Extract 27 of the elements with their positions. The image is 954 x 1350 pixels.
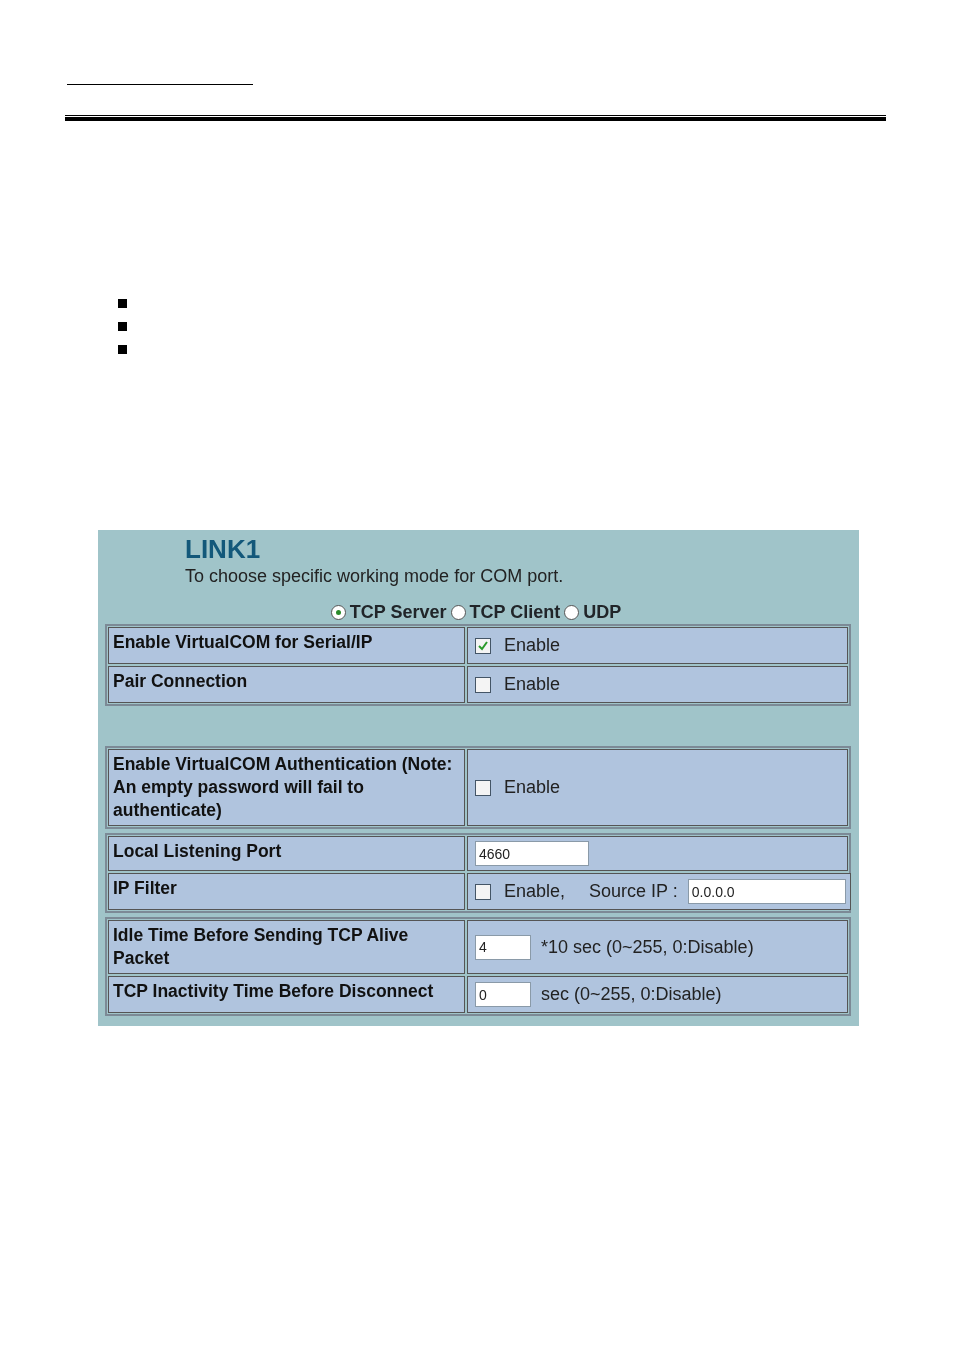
bullet-icon — [118, 299, 127, 308]
hint-text: *10 sec (0~255, 0:Disable) — [541, 935, 754, 959]
checkmark-icon — [477, 639, 489, 652]
setting-label: Idle Time Before Sending TCP Alive Packet — [108, 920, 465, 974]
setting-label: TCP Inactivity Time Before Disconnect — [108, 976, 465, 1013]
panel-title: LINK1 — [185, 534, 262, 564]
input-field[interactable]: 0.0.0.0 — [687, 879, 846, 904]
mode-radio[interactable]: TCP Client — [450, 602, 561, 622]
hint-text: sec (0~255, 0:Disable) — [541, 983, 722, 1006]
enable-checkbox[interactable]: Enable, — [475, 878, 566, 905]
bullet-icon — [118, 345, 127, 354]
setting-label: Local Listening Port — [108, 836, 465, 871]
enable-checkbox[interactable]: Enable — [475, 632, 561, 659]
setting-label: IP Filter — [108, 873, 465, 910]
enable-checkbox[interactable]: Enable — [475, 671, 561, 698]
input-field[interactable]: 4660 — [475, 841, 589, 866]
setting-label: Enable VirtualCOM for Serial/IP — [108, 627, 465, 664]
mode-radio[interactable]: TCP Server — [330, 602, 447, 622]
setting-label: Enable VirtualCOM Authentication (Note: An empty password will fail to authenticate) — [108, 749, 465, 826]
panel-description: To choose specific working mode for COM port. — [185, 565, 565, 588]
setting-label: Pair Connection — [108, 666, 465, 703]
mode-radio[interactable]: UDP — [564, 602, 622, 622]
bullet-icon — [118, 322, 127, 331]
enable-checkbox[interactable]: Enable — [475, 774, 561, 801]
input-field[interactable]: 4 — [475, 934, 531, 960]
hint-text: Source IP : — [589, 880, 678, 903]
input-field[interactable]: 0 — [475, 982, 531, 1007]
